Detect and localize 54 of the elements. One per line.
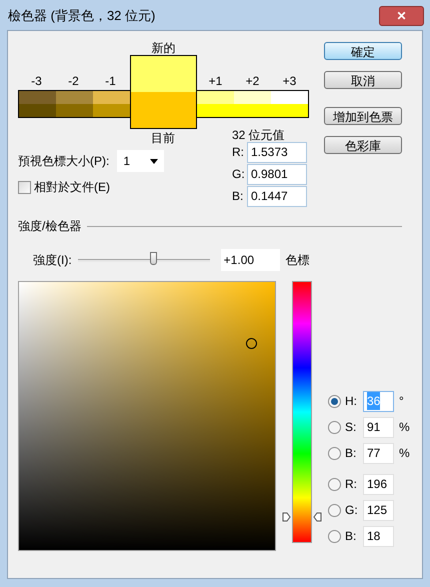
unit-label: ° xyxy=(398,393,404,410)
step-label: +1 xyxy=(208,73,224,90)
value-field[interactable]: 0.1447 xyxy=(247,186,307,206)
unit-label: 色標 xyxy=(286,252,310,269)
intensity-label: 強度(I): xyxy=(33,252,72,269)
window-title: 檢色器 (背景色，32 位元) xyxy=(8,7,156,26)
checkbox-label: 相對於文件(E) xyxy=(34,179,110,196)
channel-field[interactable]: 196 xyxy=(363,474,394,494)
channel-label: G: xyxy=(232,166,246,183)
hue-bar[interactable] xyxy=(292,281,312,543)
channel-field[interactable]: 18 xyxy=(363,526,394,546)
current-label: 目前 xyxy=(151,130,175,147)
hue-pointer-icon[interactable] xyxy=(282,512,322,522)
float-values-title: 32 位元值 xyxy=(232,127,286,141)
unit-label: % xyxy=(398,445,410,462)
dialog-button[interactable]: 增加到色票 xyxy=(324,107,402,125)
radio-button[interactable] xyxy=(328,446,341,460)
step-label: -1 xyxy=(104,73,117,90)
radio-button[interactable] xyxy=(328,530,341,542)
step-label: -2 xyxy=(67,73,80,90)
channel-label: R: xyxy=(344,476,358,493)
channel-field[interactable]: 77 xyxy=(363,442,394,464)
channel-label: B: xyxy=(232,188,244,205)
section-title: 強度/檢色器 xyxy=(18,218,82,235)
slider-thumb[interactable] xyxy=(150,252,158,264)
value-field[interactable]: 0.9801 xyxy=(247,164,307,184)
channel-label: R: xyxy=(232,144,245,161)
channel-label: G: xyxy=(344,502,359,519)
channel-field[interactable]: 125 xyxy=(363,500,394,520)
channel-label: H: xyxy=(344,393,358,410)
checkbox[interactable] xyxy=(18,180,31,194)
step-label: +3 xyxy=(282,73,298,90)
dialog-button[interactable]: 取消 xyxy=(324,71,402,89)
size-dropdown[interactable]: 1 xyxy=(117,150,164,172)
close-button[interactable]: ✕ xyxy=(379,6,424,26)
dialog-button[interactable]: 色彩庫 xyxy=(324,136,402,154)
caret-icon xyxy=(150,158,158,164)
channel-label: B: xyxy=(344,445,358,462)
dialog-button[interactable]: 確定 xyxy=(324,42,402,60)
intensity-field[interactable]: +1.00 xyxy=(220,249,280,271)
radio-button[interactable] xyxy=(328,420,341,434)
preview-size-label: 預視色標大小(P): xyxy=(18,153,110,170)
radio-button[interactable] xyxy=(328,478,341,490)
radio-button[interactable] xyxy=(328,504,341,516)
step-label: -3 xyxy=(30,73,43,90)
value-field[interactable]: 1.5373 xyxy=(247,142,307,162)
radio-button[interactable] xyxy=(328,394,341,408)
new-label: 新的 xyxy=(152,40,176,55)
step-label: +2 xyxy=(244,73,260,90)
color-field[interactable] xyxy=(18,281,276,551)
channel-field[interactable]: 91 xyxy=(363,416,394,438)
channel-label: S: xyxy=(344,419,358,436)
channel-label: B: xyxy=(344,528,358,545)
unit-label: % xyxy=(398,419,410,436)
